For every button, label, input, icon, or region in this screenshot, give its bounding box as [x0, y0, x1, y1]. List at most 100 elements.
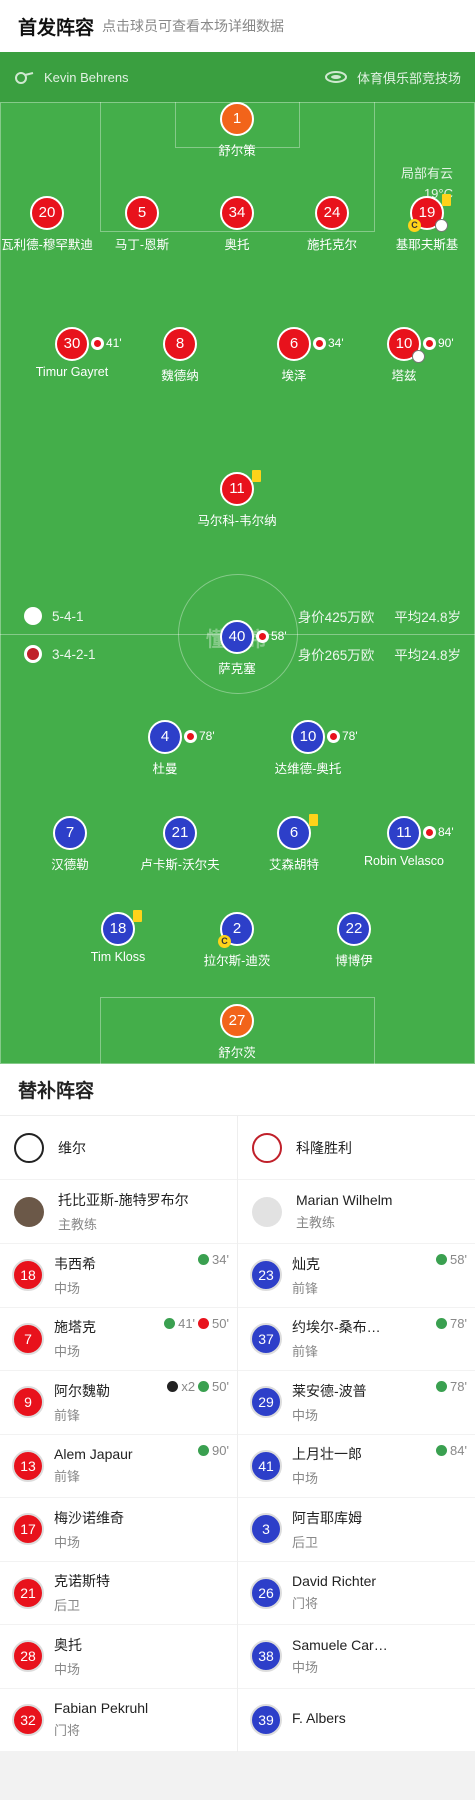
sub-player-row[interactable]: 17 梅沙诺维奇 中场 — [0, 1498, 237, 1562]
sub-player-row[interactable]: 21 克诺斯特 后卫 — [0, 1562, 237, 1625]
sub-player-row[interactable]: 13 Alem Japaur 前锋 90' — [0, 1435, 237, 1498]
shirt-number-text: 19 — [418, 204, 436, 221]
away-coach[interactable]: Marian Wilhelm 主教练 — [238, 1180, 475, 1244]
away-player[interactable]: 22 博博伊 — [299, 912, 409, 969]
event-minute-2: 50' — [212, 1315, 229, 1331]
sub-events: 78' — [436, 1316, 467, 1331]
sub-off-badge: 90' — [423, 328, 454, 358]
sub-player-row[interactable]: 29 莱安德-波普 中场 78' — [238, 1371, 475, 1435]
yellow-card-icon — [442, 194, 451, 206]
away-player[interactable]: 21 卢卡斯-沃尔夫 — [125, 816, 235, 873]
coach-avatar — [14, 1196, 44, 1227]
home-player[interactable]: 6 34' 埃泽 — [239, 327, 349, 384]
away-player[interactable]: 18 Tim Kloss — [63, 910, 173, 964]
home-player[interactable]: 11 马尔科-韦尔纳 — [182, 470, 292, 529]
captain-icon: C — [218, 935, 231, 948]
sub-shirt-number: 37 — [250, 1322, 282, 1355]
sub-player-position: 中场 — [54, 1534, 81, 1550]
away-player[interactable]: 10 78' 达维德-奥托 — [253, 720, 363, 777]
away-player[interactable]: 11 84' Robin Velasco — [349, 816, 459, 868]
home-player[interactable]: 34 奥托 — [182, 196, 292, 253]
referee-name: Kevin Behrens — [44, 69, 129, 85]
sub-player-row[interactable]: 7 施塔克 中场 41' 50' — [0, 1308, 237, 1371]
shirt-number-text: 5 — [137, 204, 147, 221]
sub-player-row[interactable]: 23 灿克 前锋 58' — [238, 1244, 475, 1308]
shirt-number: 22 — [337, 912, 371, 946]
sub-player-row[interactable]: 18 韦西希 中场 34' — [0, 1244, 237, 1308]
home-value: 身价425万欧 — [297, 610, 375, 625]
shirt-number-text: 40 — [228, 628, 246, 645]
sub-player-name: 约埃尔-桑布… — [292, 1319, 381, 1336]
away-player[interactable]: 7 汉德勒 — [15, 816, 125, 873]
event-minute: x2 — [181, 1379, 196, 1394]
sub-player-row[interactable]: 32 Fabian Pekruhl 门将 — [0, 1689, 237, 1752]
event-minute: 34' — [212, 1252, 229, 1267]
sub-player-row[interactable]: 9 阿尔魏勒 前锋 x2 50' — [0, 1371, 237, 1435]
home-player[interactable]: 1 舒尔策 — [182, 102, 292, 159]
shirt-number-text: 6 — [289, 335, 299, 352]
home-player[interactable]: 19 C 基耶夫斯基 — [372, 194, 475, 253]
sub-minute: 41' — [106, 336, 122, 350]
sub-player-position: 中场 — [292, 1471, 319, 1487]
player-name: 奥托 — [224, 238, 250, 252]
lineup-header: 首发阵容 点击球员可查看本场详细数据 — [0, 0, 475, 52]
home-subs-list: 18 韦西希 中场 34' 7 施塔克 中场 41' 50' 9 阿尔魏勒 前锋 x2 50' 13 Alem… — [0, 1244, 237, 1752]
shirt-number-text: 30 — [63, 335, 81, 352]
home-subs-crest-icon — [14, 1132, 44, 1163]
sub-player-position: 前锋 — [54, 1407, 81, 1423]
sub-player-row[interactable]: 3 阿吉耶库姆 后卫 — [238, 1498, 475, 1562]
yellow-card-icon — [252, 470, 261, 482]
shirt-number: 4 78' — [148, 720, 215, 754]
away-player[interactable]: 27 舒尔茨 — [182, 1004, 292, 1061]
home-player[interactable]: 30 41' Timur Gayret — [17, 327, 127, 379]
shirt-number: 24 — [315, 196, 349, 230]
home-player[interactable]: 8 魏德纳 — [125, 327, 235, 384]
home-player[interactable]: 5 马丁-恩斯 — [87, 196, 197, 253]
shirt-number-text: 21 — [171, 824, 189, 841]
away-subs-team-name: 科隆胜利 — [296, 1139, 352, 1156]
shirt-number: 40 58' — [220, 620, 287, 654]
away-player[interactable]: 4 78' 杜曼 — [110, 720, 220, 777]
shirt-number-text: 7 — [65, 824, 75, 841]
sub-player-name: David Richter — [292, 1573, 377, 1590]
subs-panel: 维尔 托比亚斯-施特罗布尔 主教练 18 韦西希 中场 34' 7 施塔克 中场 41' 50'… — [0, 1116, 475, 1752]
sub-in-icon — [164, 1317, 176, 1329]
home-age: 平均24.8岁 — [394, 610, 461, 625]
sub-player-row[interactable]: 39 F. Albers — [238, 1689, 475, 1752]
home-subs-team[interactable]: 维尔 — [0, 1116, 237, 1180]
sub-player-row[interactable]: 26 David Richter 门将 — [238, 1562, 475, 1625]
away-player[interactable]: 6 艾森胡特 — [239, 814, 349, 873]
shirt-number-text: 8 — [175, 335, 185, 352]
away-subs-team[interactable]: 科隆胜利 — [238, 1116, 475, 1180]
sub-shirt-number: 18 — [12, 1259, 44, 1292]
yellow-card-icon — [133, 910, 142, 922]
sub-shirt-number: 32 — [12, 1703, 44, 1736]
coach-role: 主教练 — [296, 1215, 336, 1230]
sub-player-name: Samuele Car… — [292, 1636, 388, 1653]
player-name: 施托克尔 — [306, 238, 357, 252]
captain-icon: C — [408, 219, 421, 232]
shirt-number: 27 — [220, 1004, 254, 1038]
substitution-out-icon — [423, 825, 436, 839]
player-name: 埃泽 — [281, 369, 307, 383]
coach-name: Marian Wilhelm — [296, 1192, 393, 1208]
sub-player-row[interactable]: 38 Samuele Car… 中场 — [238, 1625, 475, 1689]
sub-events: 78' — [436, 1379, 467, 1394]
goal-ball-icon — [435, 219, 448, 232]
home-coach[interactable]: 托比亚斯-施特罗布尔 主教练 — [0, 1180, 237, 1244]
away-player[interactable]: 40 58' 萨克塞 — [182, 620, 292, 677]
venue-name: 体育俱乐部竞技场 — [356, 70, 461, 86]
home-player[interactable]: 24 施托克尔 — [277, 196, 387, 253]
shirt-number-text: 34 — [228, 204, 246, 221]
shirt-number-text: 11 — [396, 824, 412, 841]
sub-player-row[interactable]: 41 上月壮一郎 中场 84' — [238, 1435, 475, 1498]
sub-player-name: F. Albers — [292, 1709, 346, 1726]
sub-player-row[interactable]: 37 约埃尔-桑布… 前锋 78' — [238, 1308, 475, 1371]
sub-shirt-number: 39 — [250, 1703, 282, 1736]
sub-player-position: 前锋 — [292, 1344, 319, 1360]
home-player[interactable]: 10 90' 塔兹 — [349, 327, 459, 384]
sub-player-row[interactable]: 28 奥托 中场 — [0, 1625, 237, 1689]
sub-player-position: 前锋 — [54, 1469, 81, 1485]
away-player[interactable]: 2 C 拉尔斯-迪茨 — [182, 912, 292, 969]
shirt-number-text: 6 — [289, 824, 299, 841]
